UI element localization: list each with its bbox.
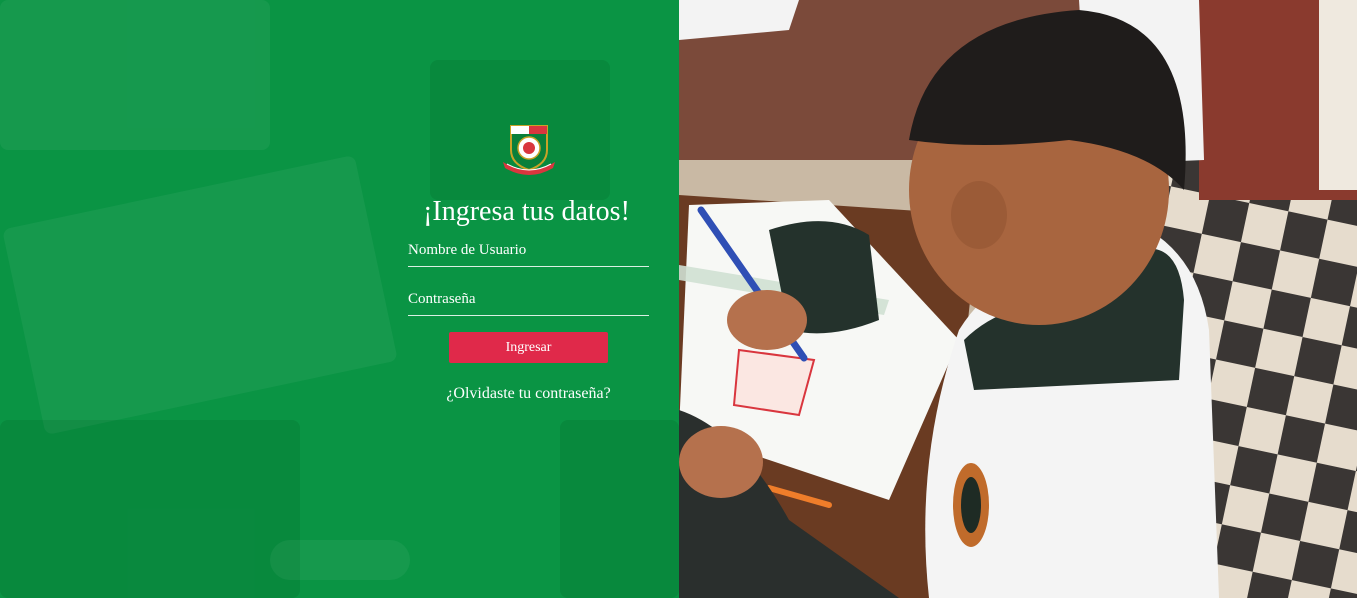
password-field[interactable]: Contraseña — [408, 291, 653, 319]
school-crest-icon — [502, 125, 555, 175]
hero-photo — [679, 0, 1357, 598]
username-field[interactable]: Nombre de Usuario — [408, 242, 653, 270]
login-button[interactable]: Ingresar — [449, 332, 608, 363]
forgot-password-link[interactable]: ¿Olvidaste tu contraseña? — [446, 385, 610, 403]
login-panel: ¡Ingresa tus datos! Nombre de Usuario Co… — [0, 0, 679, 598]
login-page: ¡Ingresa tus datos! Nombre de Usuario Co… — [0, 0, 1357, 598]
login-form: ¡Ingresa tus datos! Nombre de Usuario Co… — [408, 120, 653, 403]
student-writing-photo — [679, 0, 1357, 598]
password-input[interactable] — [408, 291, 653, 319]
username-input[interactable] — [408, 242, 653, 270]
page-title: ¡Ingresa tus datos! — [423, 196, 630, 227]
